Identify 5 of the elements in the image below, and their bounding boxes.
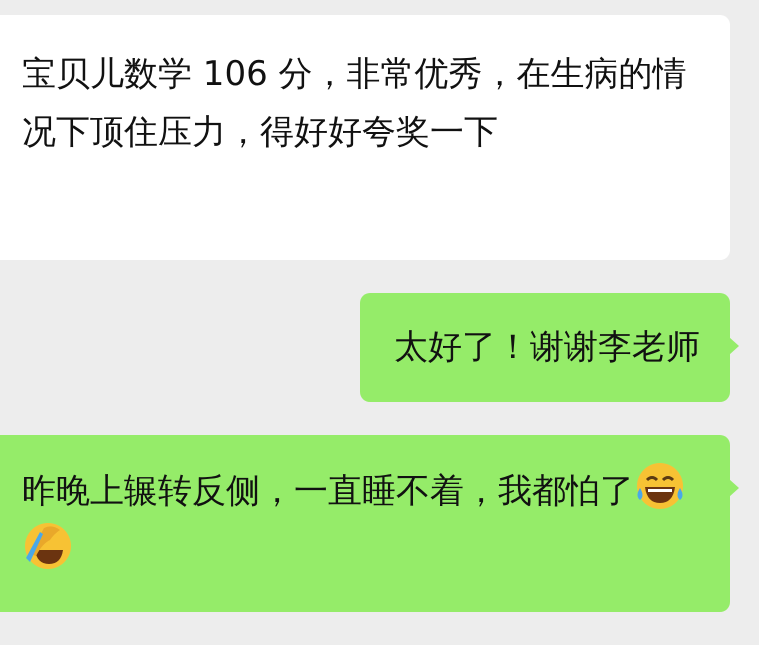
facepalm-emoji-icon bbox=[22, 520, 74, 572]
message-text: 昨晚上辗转反侧，一直睡不着，我都怕了 bbox=[22, 471, 634, 511]
laughing-emoji-icon bbox=[634, 460, 686, 512]
message-text: 太好了！谢谢李老师 bbox=[394, 327, 700, 367]
message-text: 宝贝儿数学 106 分，非常优秀，在生病的情况下顶住压力，得好好夸奖一下 bbox=[22, 54, 687, 152]
